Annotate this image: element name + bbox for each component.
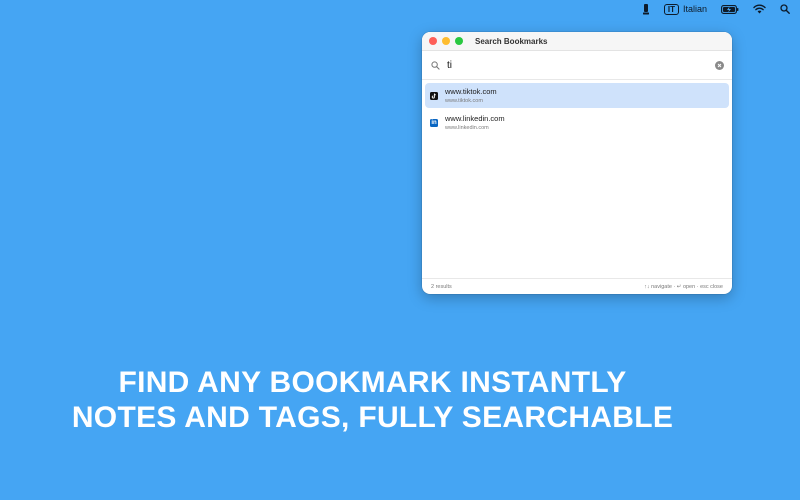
result-url: www.linkedin.com bbox=[445, 124, 489, 131]
wifi-status[interactable] bbox=[753, 4, 766, 14]
result-url: www.tiktok.com bbox=[445, 97, 483, 104]
result-item-linkedin[interactable]: in www.linkedin.com www.linkedin.com bbox=[425, 110, 729, 135]
window-titlebar[interactable]: Search Bookmarks bbox=[422, 32, 732, 51]
result-count: 2 results bbox=[431, 283, 452, 290]
results-list: www.tiktok.com www.tiktok.com in www.lin… bbox=[422, 80, 732, 135]
language-code-badge: IT bbox=[663, 3, 679, 15]
search-icon bbox=[431, 60, 440, 70]
clear-search-button[interactable] bbox=[715, 60, 724, 70]
keyboard-hints: ↑↓ navigate · ↵ open · esc close bbox=[644, 283, 723, 290]
wifi-icon bbox=[753, 4, 766, 14]
menu-bar: IT Italian bbox=[0, 0, 800, 18]
window-footer: 2 results ↑↓ navigate · ↵ open · esc clo… bbox=[422, 278, 732, 294]
battery-icon bbox=[721, 4, 739, 14]
close-window-button[interactable] bbox=[429, 37, 437, 45]
result-title: www.linkedin.com bbox=[445, 113, 505, 123]
zoom-window-button[interactable] bbox=[455, 37, 463, 45]
linkedin-icon: in bbox=[430, 118, 438, 127]
minimize-window-button[interactable] bbox=[442, 37, 450, 45]
window-title: Search Bookmarks bbox=[475, 36, 548, 46]
result-title: www.tiktok.com bbox=[445, 86, 497, 96]
search-input[interactable] bbox=[447, 59, 715, 71]
search-bar bbox=[422, 51, 732, 80]
input-source-menu[interactable]: IT Italian bbox=[663, 3, 707, 15]
menubar-app-extra[interactable] bbox=[642, 3, 650, 15]
language-name: Italian bbox=[682, 4, 707, 14]
result-item-tiktok[interactable]: www.tiktok.com www.tiktok.com bbox=[425, 83, 729, 108]
search-icon bbox=[780, 4, 790, 14]
close-icon bbox=[717, 63, 722, 67]
marketing-headline: FIND ANY BOOKMARK INSTANTLY NOTES AND TA… bbox=[0, 365, 745, 435]
traffic-lights bbox=[429, 37, 463, 45]
app-icon bbox=[642, 3, 649, 14]
search-bookmarks-window: Search Bookmarks www.tiktok.com w bbox=[422, 32, 732, 294]
headline-line-1: FIND ANY BOOKMARK INSTANTLY bbox=[118, 366, 627, 399]
headline-line-2: NOTES AND TAGS, FULLY SEARCHABLE bbox=[71, 401, 674, 434]
tiktok-icon bbox=[430, 91, 438, 100]
spotlight-button[interactable] bbox=[780, 4, 790, 14]
battery-status[interactable] bbox=[721, 4, 739, 14]
